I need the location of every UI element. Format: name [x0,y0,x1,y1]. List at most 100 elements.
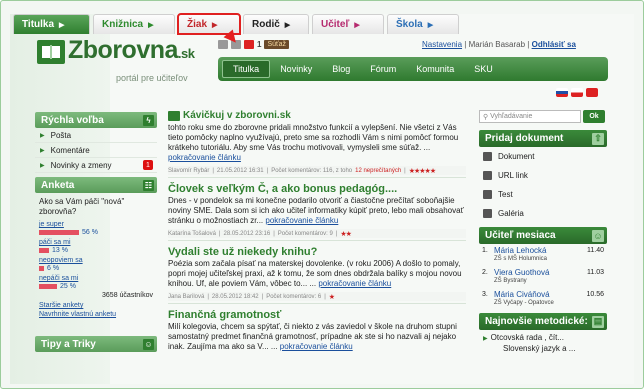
comments: Počet komentárov: 6 [266,293,322,300]
left-sidebar: Rýchla voľba ϟ ▶ Pošta ▶ Komentáre ▶ Novinky… [35,112,157,352]
rss-icon[interactable] [244,40,254,49]
poll-option[interactable]: je super [39,220,153,229]
sidebar-item-komentare[interactable]: ▶ Komentáre [35,143,157,158]
top-tab-titulka[interactable]: Titulka ▶ [13,14,90,34]
read-more-link[interactable]: pokračovanie článku [265,216,338,225]
teacher-of-month-header: Učiteľ mesiaca ☺ [479,227,607,244]
add-item-dokument[interactable]: Dokument [479,147,607,166]
chevron-right-icon: ▶ [59,21,65,29]
teacher-score: 11.40 [587,247,604,254]
teacher-name[interactable]: Viera Guothová [494,268,549,277]
tab-label: Škola [396,19,423,30]
read-more-link[interactable]: pokračovanie článku [318,279,391,288]
unread-count[interactable]: 12 neprečítaných [355,168,401,174]
methodical-item[interactable]: Slovenský jazyk a ... [483,344,603,354]
nav-komunita[interactable]: Komunita [406,60,464,78]
search-ok-button[interactable]: Ok [583,110,605,123]
poll-percent: 6 % [47,265,60,272]
old-polls-link[interactable]: Staršie ankety [39,301,153,310]
rank: 1. [482,247,488,254]
add-item-galeria[interactable]: Galéria [479,204,607,223]
article-title[interactable]: Vydali ste už niekedy knihu? [168,246,466,258]
tab-label: Rodič [252,19,280,30]
article: Kávičkuj v zborovni.sk tohto roku sme do… [168,110,466,178]
flag-other-icon[interactable] [586,88,598,97]
item-label: Galéria [498,209,524,218]
nav-blog[interactable]: Blog [322,60,360,78]
upload-icon: ⇧ [592,132,604,145]
article-title[interactable]: Človek s veľkým Č, a ako bonus pedagóg..… [168,183,466,195]
teacher-score: 10.56 [586,291,604,298]
rating-stars: ★ [328,293,335,301]
top-tab-skola[interactable]: Škola ▶ [387,14,459,34]
poll-percent: 56 % [82,229,98,236]
author[interactable]: Slavomír Rybár [168,168,209,174]
body-text: Poézia som začala písať na materskej dov… [168,259,462,288]
sidebar-item-posta[interactable]: ▶ Pošta [35,128,157,143]
read-more-link[interactable]: pokračovanie článku [168,153,241,162]
add-item-test[interactable]: Test [479,185,607,204]
item-label: URL link [498,171,528,180]
chevron-right-icon: ▶ [148,21,154,29]
logo-suffix: .sk [177,46,195,61]
main-nav: Titulka Novinky Blog Fórum Komunita SKU [218,57,608,81]
title-text: Vydali ste už niekedy knihu? [168,246,318,258]
poll-bar [39,284,57,289]
nav-sku[interactable]: SKU [464,60,503,78]
poll-percent: 25 % [60,283,76,290]
chevron-right-icon: ▶ [212,21,218,29]
flag-cz-icon[interactable] [571,88,583,97]
site-subtitle: portál pre učiteľov [116,73,188,83]
teacher-row: 3. Mária Civáňová ZŠ Vyčapy - Opatovce 10.5… [479,288,607,310]
search-input[interactable]: ⚲ Vyhľadávanie [479,110,581,123]
add-document-header[interactable]: Pridaj dokument ⇧ [479,130,607,147]
site-logo[interactable]: Zborovna.sk [68,36,195,65]
poll-percent: 13 % [52,247,68,254]
article-list: Kávičkuj v zborovni.sk tohto roku sme do… [168,110,466,359]
date: 28.05.2012 23:16 [223,230,271,237]
title-text: Človek s veľkým Č, a ako bonus pedagóg..… [168,183,398,195]
item-label: Pošta [50,130,72,140]
poll-bar-row: 56 % [39,229,153,236]
logout-link[interactable]: Odhlásiť sa [532,40,576,49]
author[interactable]: Jana Barilová [168,294,204,300]
teacher-name[interactable]: Mária Civáňová [494,290,554,299]
tab-label: Titulka [22,19,55,30]
article-title[interactable]: Finančná gramotnosť [168,309,466,321]
poll-bar [39,248,49,253]
top-tab-ucitel[interactable]: Učiteľ ▶ [312,14,384,34]
nav-novinky[interactable]: Novinky [270,60,322,78]
sidebar-item-novinky[interactable]: ▶ Novinky a zmeny 1 [35,158,157,173]
author[interactable]: Katarína Tošalová [168,231,216,237]
add-item-url[interactable]: URL link [479,166,607,185]
item-label: Slovenský jazyk a ... [503,344,576,353]
teacher-score: 11.03 [587,269,604,276]
bullet-icon: ▶ [40,162,45,169]
article-title[interactable]: Kávičkuj v zborovni.sk [168,110,466,122]
flag-sk-icon[interactable] [556,88,568,97]
sutaz-button[interactable]: Súťaž [264,40,290,49]
nav-forum[interactable]: Fórum [360,60,406,78]
logo-icon[interactable] [37,40,65,64]
propose-poll-link[interactable]: Navrhnite vlastnú anketu [39,310,153,319]
poll-option[interactable]: nepáči sa mi [39,274,153,283]
separator: | [464,40,467,49]
article-meta: Jana Barilová | 28.05.2012 18:42 | Počet kom… [168,292,466,301]
tab-label: Knižnica [102,19,144,30]
teacher-name[interactable]: Mária Lehocká [494,246,547,255]
top-tab-kniznica[interactable]: Knižnica ▶ [93,14,175,34]
poll-option[interactable]: páči sa mi [39,238,153,247]
poll-option[interactable]: neopoviem sa [39,256,153,265]
tips-header[interactable]: Tipy a Triky ☺ [35,336,157,352]
methodical-item[interactable]: ▶ Otcovská rada , čít... [483,333,603,344]
read-more-link[interactable]: pokračovanie článku [280,342,353,351]
settings-link[interactable]: Nastavenia [422,40,462,49]
article: Finančná gramotnosť Milí kolegovia, chce… [168,309,466,354]
user-name: Marián Basarab [468,40,526,49]
top-tab-rodic[interactable]: Rodič ▶ [243,14,309,34]
poll-bar-row: 13 % [39,247,153,254]
nav-titulka[interactable]: Titulka [222,60,271,78]
chevron-right-icon: ▶ [354,21,360,29]
gallery-icon [483,209,492,218]
rating-stars: ★★ [340,230,352,238]
